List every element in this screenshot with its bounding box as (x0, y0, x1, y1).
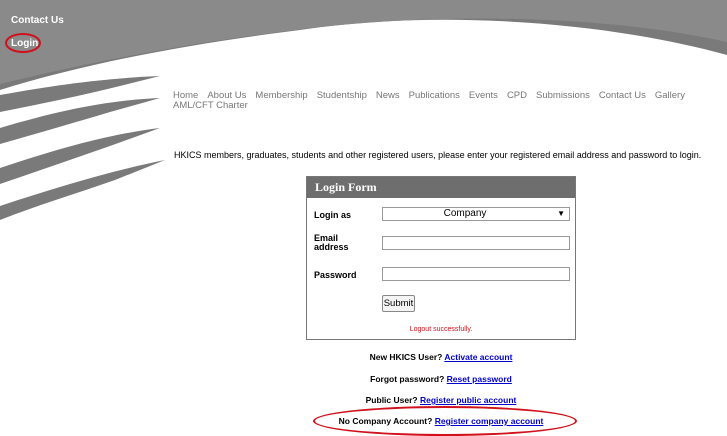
nav-item-membership[interactable]: Membership (255, 90, 307, 101)
activate-account-link[interactable]: Activate account (444, 352, 512, 362)
nav-item-gallery[interactable]: Gallery (655, 90, 685, 101)
login-instructions: HKICS members, graduates, students and o… (174, 150, 702, 160)
email-field[interactable] (382, 236, 570, 250)
activate-account-line: New HKICS User? Activate account (369, 352, 513, 362)
register-public-line: Public User? Register public account (365, 395, 517, 405)
logout-status-message: Logout successfully. (409, 326, 473, 333)
login-form: Login Form Login as Company ▼ Email addre… (306, 176, 576, 340)
login-as-label: Login as (314, 210, 352, 220)
nav-item-events[interactable]: Events (469, 90, 498, 101)
login-highlight-circle (5, 33, 41, 53)
password-field[interactable] (382, 267, 570, 281)
company-register-highlight-oval (313, 406, 577, 436)
register-public-account-link[interactable]: Register public account (420, 395, 516, 405)
submit-button[interactable]: Submit (382, 295, 415, 312)
reset-password-link[interactable]: Reset password (447, 374, 512, 384)
nav-item-contact-us[interactable]: Contact Us (599, 90, 646, 101)
login-as-select[interactable]: Company ▼ (382, 207, 570, 221)
reset-password-line: Forgot password? Reset password (370, 374, 512, 384)
login-form-title: Login Form (307, 177, 575, 198)
nav-item-publications[interactable]: Publications (409, 90, 460, 101)
top-contact-link[interactable]: Contact Us (11, 15, 64, 26)
main-navigation: Home About Us Membership Studentship News Pub… (173, 91, 727, 111)
email-label: Email address (314, 233, 349, 252)
password-label: Password (314, 270, 357, 280)
login-as-value: Company (443, 208, 487, 219)
nav-item-submissions[interactable]: Submissions (536, 90, 590, 101)
nav-item-aml-cft-charter[interactable]: AML/CFT Charter (173, 100, 248, 111)
nav-item-news[interactable]: News (376, 90, 400, 101)
nav-item-studentship[interactable]: Studentship (317, 90, 367, 101)
nav-item-cpd[interactable]: CPD (507, 90, 527, 101)
dropdown-arrow-icon: ▼ (557, 209, 565, 218)
